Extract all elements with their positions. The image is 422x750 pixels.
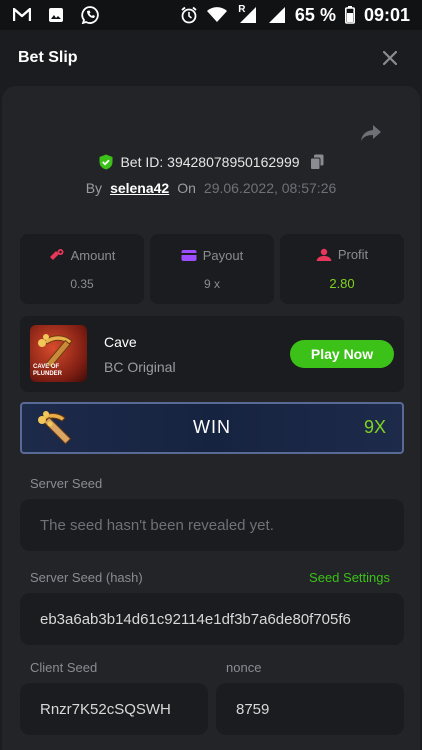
bet-date: 29.06.2022, 08:57:26 [203, 180, 337, 196]
verified-shield-icon [98, 154, 114, 170]
stat-payout-value: 9 x [203, 276, 220, 291]
stat-payout: Payout 9 x [150, 234, 274, 304]
stat-amount-label-row: Amount [49, 247, 116, 263]
bet-slip-header: Bet Slip [0, 30, 422, 86]
server-seed-hash-field[interactable]: eb3a6ab3b14d61c92114e1df3b7a6de80f705f6 [20, 593, 404, 645]
page-title: Bet Slip [18, 49, 78, 66]
bet-id-row: Bet ID: 39428078950162999 [2, 154, 420, 170]
battery-icon [344, 6, 356, 24]
bet-slip-panel: Bet ID: 39428078950162999 By selena42 On… [2, 86, 420, 750]
client-seed-label: Client Seed [30, 660, 98, 675]
coins-icon [49, 248, 65, 262]
stat-amount-label: Amount [70, 247, 116, 263]
copy-icon[interactable] [309, 154, 324, 170]
stat-amount-value: 0.35 [70, 276, 94, 291]
share-icon[interactable] [360, 124, 384, 146]
stat-payout-label-row: Payout [181, 248, 243, 263]
viber-icon [80, 6, 100, 24]
game-name: Cave [104, 334, 137, 350]
result-label: WIN [193, 417, 231, 437]
wallet-icon [181, 248, 197, 262]
gmail-icon [12, 6, 32, 24]
bet-id: Bet ID: 39428078950162999 [120, 154, 300, 170]
bet-byline: By selena42 On 29.06.2022, 08:57:26 [2, 180, 420, 196]
stat-payout-label: Payout [202, 247, 244, 263]
by-label: By [85, 180, 103, 196]
seed-settings-link[interactable]: Seed Settings [309, 570, 390, 585]
game-card: CAVE OF PLUNDER Cave BC Original Play No… [20, 316, 404, 392]
server-seed-hash-label: Server Seed (hash) [30, 570, 143, 585]
wifi-icon [206, 6, 227, 24]
battery-level: 65 % [294, 4, 336, 25]
stat-profit-label-row: Profit [316, 247, 368, 262]
nonce-field[interactable]: 8759 [216, 683, 404, 735]
gallery-icon [46, 6, 66, 24]
server-seed-field: The seed hasn't been revealed yet. [20, 499, 404, 551]
stat-profit-label: Profit [337, 247, 369, 262]
nonce-label: nonce [226, 660, 262, 675]
stat-profit-value: 2.80 [329, 276, 355, 291]
client-seed-field[interactable]: Rnzr7K52cSQSWH [20, 683, 208, 735]
bet-result-banner: WIN 9X [20, 402, 404, 454]
signal-icon [267, 6, 287, 24]
game-thumbnail[interactable]: CAVE OF PLUNDER [30, 325, 87, 382]
on-label: On [177, 180, 196, 196]
game-provider: BC Original [104, 359, 176, 375]
play-now-button[interactable]: Play Now [290, 340, 394, 368]
close-icon[interactable] [376, 44, 404, 72]
clock: 09:01 [363, 4, 410, 25]
alarm-icon [179, 6, 199, 24]
bet-stats: Amount 0.35 Payout 9 x Profit 2.80 [20, 234, 404, 304]
status-bar: R 65 % 09:01 [0, 0, 422, 30]
server-seed-label: Server Seed [30, 476, 103, 491]
roaming-indicator: R [238, 3, 246, 15]
username-link[interactable]: selena42 [110, 180, 169, 196]
roaming-signal-icon: R [235, 3, 259, 24]
profit-icon [316, 248, 332, 262]
stat-profit: Profit 2.80 [280, 234, 404, 304]
stat-amount: Amount 0.35 [20, 234, 144, 304]
game-thumbnail-text: CAVE OF PLUNDER [33, 364, 63, 377]
result-multiplier: 9X [363, 417, 386, 437]
